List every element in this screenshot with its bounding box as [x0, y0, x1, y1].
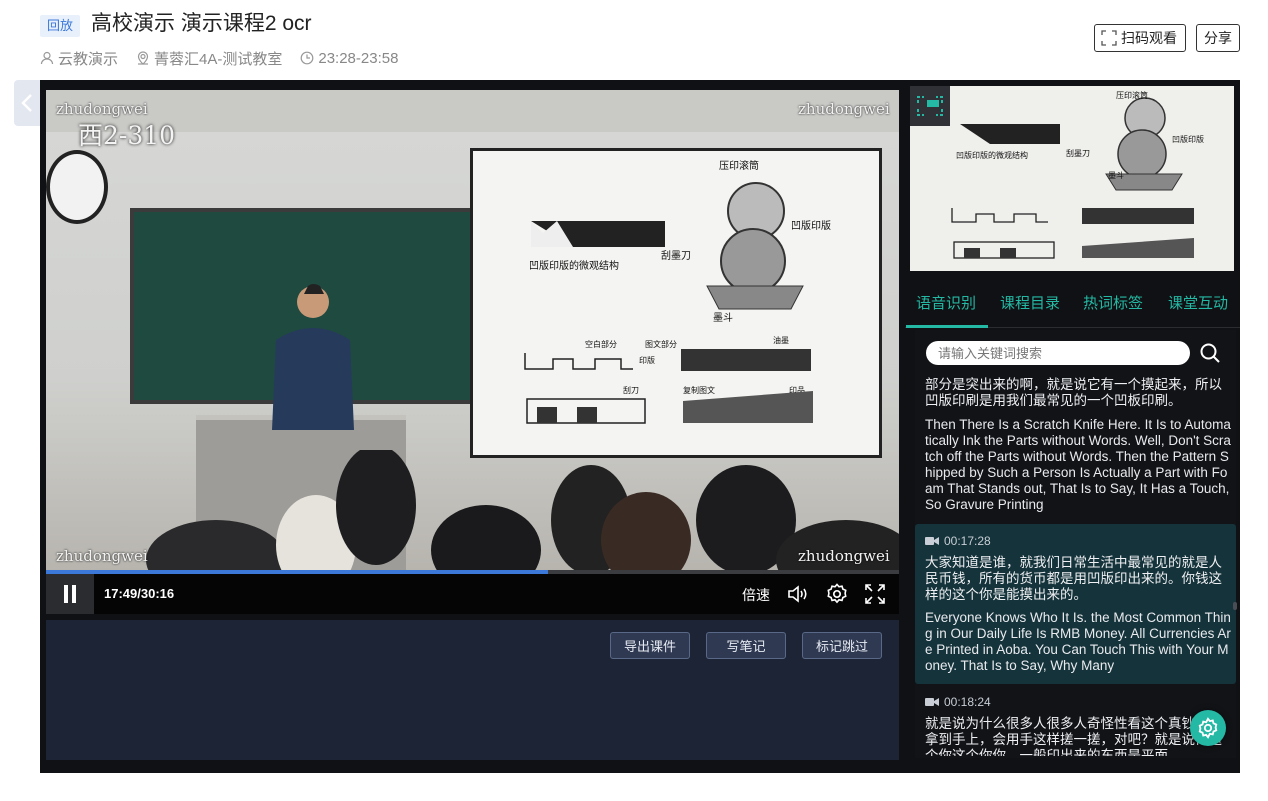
transcript-seg2-zh: 就是说为什么很多人很多人奇怪性看这个真钞超会拿到手上，会用手这样搓一搓，对吧？就… [925, 716, 1222, 756]
speed-button[interactable]: 倍速 [742, 585, 770, 605]
user-icon [40, 51, 54, 65]
slide-label-printplate: 印版 [639, 355, 655, 365]
floating-settings-button[interactable] [1190, 710, 1226, 746]
fullscreen-icon[interactable] [863, 582, 887, 606]
transcript-seg1-en: Everyone Knows Who It Is. the Most Commo… [925, 610, 1231, 673]
time-meta: 23:28-23:58 [300, 50, 398, 67]
segment-timestamp[interactable]: 00:17:28 [925, 534, 991, 548]
scan-watch-button[interactable]: 扫码观看 [1094, 24, 1186, 52]
gear-icon [1198, 717, 1218, 739]
slide-label-image: 图文部分 [645, 339, 677, 349]
thumb-label-ink: 墨斗 [1108, 171, 1124, 180]
mark-skip-button[interactable]: 标记跳过 [802, 632, 882, 659]
tab-course-catalog[interactable]: 课程目录 [1000, 292, 1060, 313]
room-label: 西2-310 [78, 121, 176, 150]
slide-label-doctor: 刮墨刀 [661, 249, 691, 262]
page-header: 回放 高校演示 演示课程2 ocr 云教演示 菁蓉汇4A-测试教室 23:28-… [0, 0, 1268, 80]
thumb-label-roller: 压印滚筒 [1116, 90, 1148, 100]
share-button[interactable]: 分享 [1196, 24, 1240, 52]
scan-label: 扫码观看 [1121, 30, 1177, 46]
transcript-seg0-en: Then There Is a Scratch Knife Here. It I… [925, 417, 1231, 512]
settings-gear-icon[interactable] [825, 582, 849, 606]
slide-label-plate: 凹版印版 [791, 219, 831, 232]
audience-figures [146, 450, 899, 572]
video-frame[interactable]: 压印滚筒 凹版印版 凹版印版的微观结构 刮墨刀 墨斗 空白部分 图文部分 印版 … [46, 90, 899, 572]
pause-icon [64, 585, 76, 603]
switch-view-button[interactable] [910, 86, 950, 126]
picture-in-picture-icon [917, 96, 943, 116]
projector-screen: 压印滚筒 凹版印版 凹版印版的微观结构 刮墨刀 墨斗 空白部分 图文部分 印版 … [470, 148, 882, 458]
thumb-label-doctor: 刮墨刀 [1066, 148, 1090, 158]
slide-label-knife: 刮刀 [623, 385, 639, 395]
clock-icon [300, 51, 314, 65]
teacher-name: 云教演示 [58, 50, 119, 68]
lecturer-figure [272, 284, 354, 430]
wall-clock [46, 150, 108, 224]
action-panel: 导出课件 写笔记 标记跳过 [46, 620, 899, 760]
side-tabs: 语音识别 课程目录 热词标签 课堂互动 [905, 280, 1240, 328]
write-note-button[interactable]: 写笔记 [706, 632, 786, 659]
time-range: 23:28-23:58 [318, 49, 399, 67]
watermark-top-right: zhudongwei [798, 100, 890, 118]
video-camera-icon [925, 537, 939, 545]
keyword-search-input[interactable] [926, 341, 1190, 365]
course-meta: 云教演示 菁蓉汇4A-测试教室 23:28-23:58 [40, 48, 416, 68]
replay-badge: 回放 [40, 15, 81, 37]
search-icon[interactable] [1198, 341, 1222, 365]
location-icon [137, 51, 149, 65]
slide-label-roller: 压印滚筒 [719, 159, 759, 172]
video-camera-icon [925, 698, 939, 706]
slide-label-micro: 凹版印版的微观结构 [529, 259, 619, 272]
segment-time-2: 00:18:24 [944, 695, 991, 709]
slide-label-transfer: 复制图文 [683, 385, 715, 395]
pause-button[interactable] [46, 574, 94, 614]
share-label: 分享 [1204, 30, 1232, 46]
thumbnail-diagram: 压印滚筒 凹版印版 凹版印版的微观结构 刮墨刀 墨斗 [951, 90, 1204, 259]
slide-label-blank: 空白部分 [585, 339, 617, 349]
slide-diagram: 压印滚筒 凹版印版 凹版印版的微观结构 刮墨刀 墨斗 空白部分 图文部分 印版 … [524, 159, 831, 424]
location-name: 菁蓉汇4A-测试教室 [154, 50, 283, 68]
active-tab-indicator [906, 325, 988, 328]
chevron-left-icon [21, 94, 32, 112]
slide-label-ink2: 油墨 [773, 335, 789, 345]
transcript-seg1-zh: 大家知道是谁，就我们日常生活中最常见的就是人民币钱，所有的货币都是用凹版印出来的… [925, 555, 1222, 602]
segment-timestamp-2[interactable]: 00:18:24 [925, 695, 991, 709]
qr-scan-icon [1101, 30, 1117, 46]
slide-label-ink: 墨斗 [713, 312, 733, 324]
transcript-seg0-zh: 部分是突出来的啊，就是说它有一个摸起来，所以凹版印刷是用我们最常见的一个凹板印刷… [925, 377, 1222, 408]
thumb-label-micro: 凹版印版的微观结构 [956, 150, 1028, 160]
collapse-sidebar-button[interactable] [14, 80, 40, 126]
time-display: 17:49/30:16 [104, 586, 175, 601]
tab-speech-recognition[interactable]: 语音识别 [916, 292, 976, 313]
volume-icon[interactable] [786, 582, 810, 606]
segment-time-1: 00:17:28 [944, 534, 991, 548]
watermark-top-left: zhudongwei [56, 100, 148, 118]
watermark-bottom-left: zhudongwei [56, 547, 148, 565]
tab-classroom-interaction[interactable]: 课堂互动 [1168, 292, 1228, 313]
transcript-scrollbar[interactable] [1233, 602, 1237, 610]
tab-hot-tags[interactable]: 热词标签 [1083, 292, 1143, 313]
slide-thumbnail[interactable]: 压印滚筒 凹版印版 凹版印版的微观结构 刮墨刀 墨斗 [910, 86, 1234, 271]
export-courseware-button[interactable]: 导出课件 [610, 632, 690, 659]
thumb-label-plate: 凹版印版 [1172, 134, 1204, 144]
teacher-meta: 云教演示 [40, 48, 118, 69]
watermark-bottom-right: zhudongwei [798, 547, 890, 565]
location-meta: 菁蓉汇4A-测试教室 [136, 48, 282, 69]
page-title: 高校演示 演示课程2 ocr [91, 12, 312, 35]
player-controls: 17:49/30:16 倍速 [46, 574, 899, 614]
